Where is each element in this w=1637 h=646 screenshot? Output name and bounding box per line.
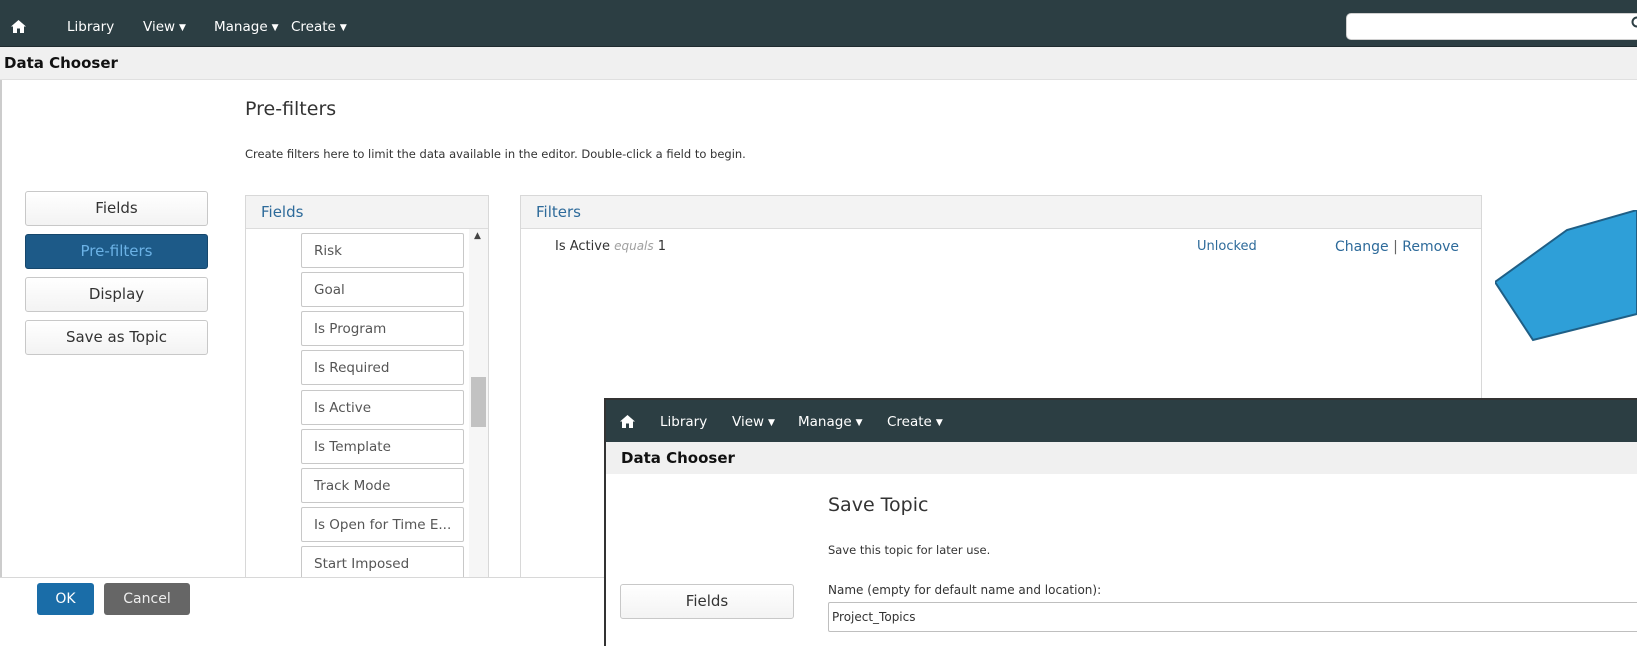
filter-value: 1: [657, 239, 667, 254]
nav-library[interactable]: Library: [67, 0, 114, 47]
field-item[interactable]: Is Required: [301, 350, 464, 385]
filter-field: Is Active: [555, 239, 610, 254]
nav-view[interactable]: View ▼: [143, 0, 186, 47]
field-item[interactable]: Is Open for Time E...: [301, 507, 464, 542]
callout-arrow-shape: [1495, 210, 1637, 342]
field-item[interactable]: Risk: [301, 233, 464, 268]
cancel-button[interactable]: Cancel: [104, 583, 190, 615]
nav-create[interactable]: Create ▼: [291, 0, 347, 47]
sidebar-item-fields[interactable]: Fields: [25, 191, 208, 226]
scroll-thumb[interactable]: [471, 377, 486, 427]
fields-panel: Fields Risk Goal Is Program Is Required …: [245, 195, 489, 581]
ok-button[interactable]: OK: [37, 583, 94, 615]
chevron-down-icon: ▼: [855, 418, 863, 428]
chevron-down-icon: ▼: [935, 418, 943, 428]
chevron-down-icon: ▼: [768, 418, 775, 428]
field-item[interactable]: Is Active: [301, 390, 464, 425]
field-item[interactable]: Is Program: [301, 311, 464, 346]
field-item[interactable]: Goal: [301, 272, 464, 307]
filter-change-link[interactable]: Change: [1335, 239, 1389, 255]
nav-manage[interactable]: Manage ▼: [214, 0, 279, 47]
overlay-navbar: Library View ▼ Manage ▼ Create ▼: [606, 400, 1637, 442]
overlay-nav-create[interactable]: Create ▼: [887, 400, 943, 442]
topic-name-label: Name (empty for default name and locatio…: [828, 583, 1102, 597]
overlay-titlebar: Data Chooser: [606, 442, 1637, 474]
filter-action-separator: |: [1393, 239, 1398, 255]
overlay-sidebar-item-fields[interactable]: Fields: [620, 584, 794, 619]
sidebar-item-save-as-topic[interactable]: Save as Topic: [25, 320, 208, 355]
filter-remove-link[interactable]: Remove: [1402, 239, 1459, 255]
home-icon[interactable]: [11, 20, 26, 37]
save-topic-overlay: Library View ▼ Manage ▼ Create ▼ Data Choos…: [604, 398, 1637, 646]
overlay-nav-view[interactable]: View ▼: [732, 400, 775, 442]
fields-panel-header: Fields: [246, 196, 488, 229]
overlay-page-description: Save this topic for later use.: [828, 543, 991, 557]
fields-scrollbar[interactable]: ▲: [469, 229, 488, 580]
dialog-footer: OK Cancel: [0, 577, 610, 646]
top-navbar: Library View ▼ Manage ▼ Create ▼: [0, 0, 1637, 47]
topic-name-input[interactable]: Project_Topics: [828, 602, 1637, 632]
overlay-nav-library[interactable]: Library: [660, 400, 707, 442]
home-icon[interactable]: [620, 415, 635, 432]
chevron-down-icon: ▼: [179, 23, 186, 33]
field-item[interactable]: Is Template: [301, 429, 464, 464]
sidebar-item-pre-filters[interactable]: Pre-filters: [25, 234, 208, 269]
filter-operator: equals: [614, 239, 654, 253]
page-title: Pre-filters: [245, 98, 337, 120]
filter-lock-status[interactable]: Unlocked: [1197, 239, 1257, 254]
sidebar-item-display[interactable]: Display: [25, 277, 208, 312]
field-item[interactable]: Track Mode: [301, 468, 464, 503]
scroll-up-icon[interactable]: ▲: [474, 231, 481, 241]
page-description: Create filters here to limit the data av…: [245, 147, 746, 161]
filter-actions: Change | Remove: [1335, 239, 1459, 255]
page-left-border: [0, 80, 10, 580]
search-icon[interactable]: [1631, 16, 1637, 34]
search-input[interactable]: [1346, 13, 1637, 40]
overlay-page-title: Save Topic: [828, 494, 929, 516]
chevron-down-icon: ▼: [271, 23, 279, 33]
page-titlebar: Data Chooser: [0, 47, 1637, 80]
overlay-nav-manage[interactable]: Manage ▼: [798, 400, 863, 442]
field-item[interactable]: Start Imposed: [301, 546, 464, 580]
chevron-down-icon: ▼: [339, 23, 347, 33]
filter-row: Is Active equals 1 Unlocked Change | Rem…: [555, 239, 1475, 255]
filters-panel-header: Filters: [521, 196, 1481, 229]
